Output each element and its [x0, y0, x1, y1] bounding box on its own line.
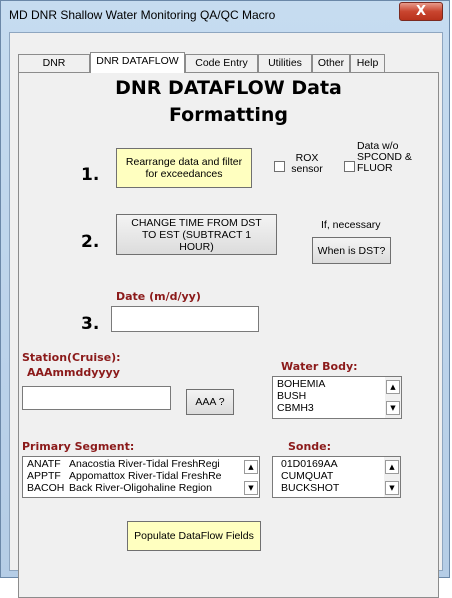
station-label: Station(Cruise):: [22, 351, 121, 364]
if-necessary-note: If, necessary: [321, 219, 381, 231]
list-item[interactable]: BUSH: [277, 391, 306, 402]
step-1-number: 1.: [81, 165, 100, 185]
list-item[interactable]: CUMQUAT: [281, 471, 333, 482]
rearrange-data-button[interactable]: Rearrange data and filter for exceedance…: [116, 148, 252, 188]
tab-help[interactable]: Help: [350, 54, 385, 72]
tab-utilities[interactable]: Utilities: [258, 54, 312, 72]
segment-name: Back River-Oligohaline Region: [69, 482, 212, 494]
tab-dnr-contmon[interactable]: DNR CONTMON: [18, 54, 90, 86]
step-2-number: 2.: [81, 232, 100, 252]
scroll-down-icon[interactable]: ▼: [244, 481, 258, 495]
list-item[interactable]: BACOH Back River-Oligohaline Region: [27, 483, 212, 494]
step-3-number: 3.: [81, 314, 100, 334]
sonde-scrollbar[interactable]: ▲ ▼: [384, 457, 400, 497]
rox-sensor-label: ROX sensor: [291, 152, 323, 175]
date-label: Date (m/d/yy): [116, 290, 201, 303]
sonde-listbox[interactable]: 01D0169AA CUMQUAT BUCKSHOT ▲ ▼: [272, 456, 401, 498]
no-spcond-fluor-label: Data w/o SPCOND & FLUOR: [357, 140, 412, 174]
dataflow-tab-page: DNR DATAFLOW Data Formatting 1. Rearrang…: [18, 72, 439, 598]
aaa-help-button[interactable]: AAA ?: [186, 389, 234, 415]
segment-name: Anacostia River-Tidal FreshRegi: [69, 458, 220, 470]
sonde-label: Sonde:: [288, 440, 332, 453]
list-item[interactable]: CBMH3: [277, 403, 314, 414]
populate-dataflow-fields-button[interactable]: Populate DataFlow Fields: [127, 521, 261, 551]
date-input[interactable]: [111, 306, 259, 332]
title-bar: MD DNR Shallow Water Monitoring QA/QC Ma…: [1, 1, 449, 31]
scroll-down-icon[interactable]: ▼: [386, 401, 400, 415]
scroll-up-icon[interactable]: ▲: [386, 380, 400, 394]
scroll-up-icon[interactable]: ▲: [385, 460, 399, 474]
list-item[interactable]: 01D0169AA: [281, 459, 338, 470]
station-input[interactable]: [22, 386, 171, 410]
segment-code: ANATF: [27, 458, 61, 470]
station-format-hint: AAAmmddyyyy: [27, 366, 120, 379]
no-spcond-fluor-checkbox[interactable]: [344, 161, 355, 172]
dst-to-est-button[interactable]: CHANGE TIME FROM DST TO EST (SUBTRACT 1 …: [116, 214, 277, 255]
page-title-line-2: Formatting: [168, 104, 289, 126]
rox-sensor-checkbox[interactable]: [274, 161, 285, 172]
primary-segment-scrollbar[interactable]: ▲ ▼: [243, 457, 259, 497]
scroll-down-icon[interactable]: ▼: [385, 481, 399, 495]
tab-dnr-dataflow[interactable]: DNR DATAFLOW: [90, 52, 185, 73]
water-body-scrollbar[interactable]: ▲ ▼: [385, 377, 401, 418]
primary-segment-label: Primary Segment:: [22, 440, 135, 453]
close-icon: X: [415, 4, 427, 19]
macro-window: MD DNR Shallow Water Monitoring QA/QC Ma…: [0, 0, 450, 598]
list-item[interactable]: APPTF Appomattox River-Tidal FreshRe: [27, 471, 222, 482]
close-button[interactable]: X: [399, 2, 443, 21]
segment-code: APPTF: [27, 470, 61, 482]
scroll-up-icon[interactable]: ▲: [244, 460, 258, 474]
when-is-dst-button[interactable]: When is DST?: [312, 237, 391, 264]
water-body-label: Water Body:: [281, 360, 358, 373]
segment-code: BACOH: [27, 482, 65, 494]
primary-segment-listbox[interactable]: ANATF Anacostia River-Tidal FreshRegi APP…: [22, 456, 260, 498]
segment-name: Appomattox River-Tidal FreshRe: [69, 470, 222, 482]
water-body-listbox[interactable]: BOHEMIA BUSH CBMH3 ▲ ▼: [272, 376, 402, 419]
tab-other[interactable]: Other: [312, 54, 350, 72]
window-client-area: DNR CONTMON DNR DATAFLOW Code Entry Util…: [9, 32, 443, 598]
tab-code-entry[interactable]: Code Entry: [185, 54, 258, 72]
list-item[interactable]: BUCKSHOT: [281, 483, 339, 494]
window-title: MD DNR Shallow Water Monitoring QA/QC Ma…: [9, 8, 276, 22]
list-item[interactable]: ANATF Anacostia River-Tidal FreshRegi: [27, 459, 220, 470]
page-title-line-1: DNR DATAFLOW Data: [115, 77, 342, 99]
list-item[interactable]: BOHEMIA: [277, 379, 325, 390]
